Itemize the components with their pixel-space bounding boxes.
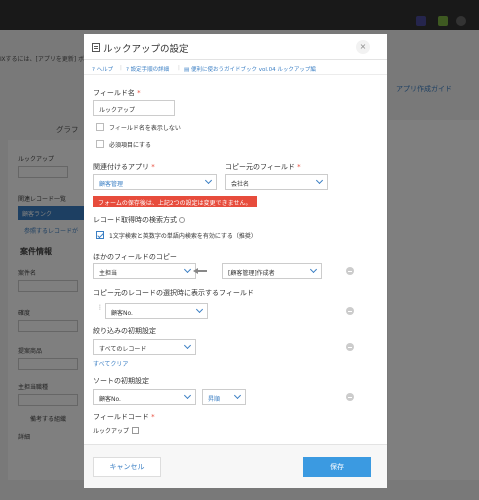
chevron-down-icon [183,265,192,274]
filter-select[interactable]: すべてのレコード [93,339,196,355]
sort-field-select[interactable]: 顧客No. [93,389,196,405]
pencil-icon[interactable] [132,427,140,434]
filter-label: 絞り込みの初期設定 [93,327,156,335]
error-message: フォームの保存後は、上記2つの設定は変更できません。 [93,196,257,207]
hide-field-name-checkbox[interactable] [96,123,104,131]
help-link[interactable]: ? ヘルプ [92,65,113,73]
dialog-header: ルックアップの設定 × [84,34,387,60]
dialog-title: ルックアップの設定 [103,44,189,55]
sort-order-select[interactable]: 昇順 [202,389,246,405]
setup-details-link[interactable]: ? 設定手順の詳細 [126,65,169,73]
question-icon[interactable] [179,217,185,223]
copy-to-select[interactable]: 主担当 [93,263,196,279]
related-app-select[interactable]: 顧客管理 [93,174,217,190]
chevron-down-icon [204,176,213,185]
copy-source-select[interactable]: 会社名 [225,174,328,190]
required-checkbox[interactable] [96,140,104,148]
chevron-down-icon [315,176,324,185]
chevron-down-icon [183,391,192,400]
chevron-down-icon [183,341,192,350]
help-bar: ? ヘルプ | ? 設定手順の詳細 | ▤ 便利に使おうガイドブック vol.0… [84,63,387,75]
cancel-button[interactable]: キャンセル [93,457,161,477]
field-code-label: フィールドコード * [93,413,155,421]
field-name-label: フィールド名 * [93,89,141,97]
search-method-label: レコード取得時の検索方式 [93,215,185,225]
drag-handle-icon[interactable]: ⋮ [97,305,103,315]
sort-label: ソートの初期設定 [93,377,149,385]
chevron-down-icon [233,391,242,400]
related-app-label: 関連付けるアプリ * [93,163,155,171]
field-code-value: ルックアップ [93,426,140,435]
other-copy-label: ほかのフィールドのコピー [93,253,177,261]
chevron-down-icon [309,265,318,274]
display-fields-label: コピー元のレコードの選択時に表示するフィールド [93,289,254,297]
chevron-down-icon [195,305,204,314]
close-button[interactable]: × [356,40,370,54]
clear-all-link[interactable]: すべてクリア [93,359,128,368]
search-method-option: 1文字検索と英数字の単語内検索を有効にする（推奨） [109,233,257,240]
copy-source-label: コピー元のフィールド * [225,163,301,171]
search-method-checkbox[interactable] [96,231,104,239]
arrow-left-icon [193,266,207,276]
remove-sort-icon[interactable] [346,393,354,401]
guidebook-link[interactable]: ▤ 便利に使おうガイドブック vol.04 ルックアップ編 [184,65,316,73]
hide-field-name-label: フィールド名を表示しない [109,125,181,132]
lookup-settings-dialog: ルックアップの設定 × ? ヘルプ | ? 設定手順の詳細 | ▤ 便利に使おう… [84,34,387,488]
remove-filter-icon[interactable] [346,343,354,351]
remove-copy-icon[interactable] [346,267,354,275]
form-icon [92,43,100,52]
copy-from-select[interactable]: [顧客管理]作成者 [222,263,322,279]
field-name-input[interactable]: ルックアップ [93,100,175,116]
remove-display-field-icon[interactable] [346,307,354,315]
save-button[interactable]: 保存 [303,457,371,477]
required-label: 必須項目にする [109,142,152,149]
display-field-select[interactable]: 顧客No. [105,303,208,319]
dialog-footer: キャンセル 保存 [84,444,387,488]
